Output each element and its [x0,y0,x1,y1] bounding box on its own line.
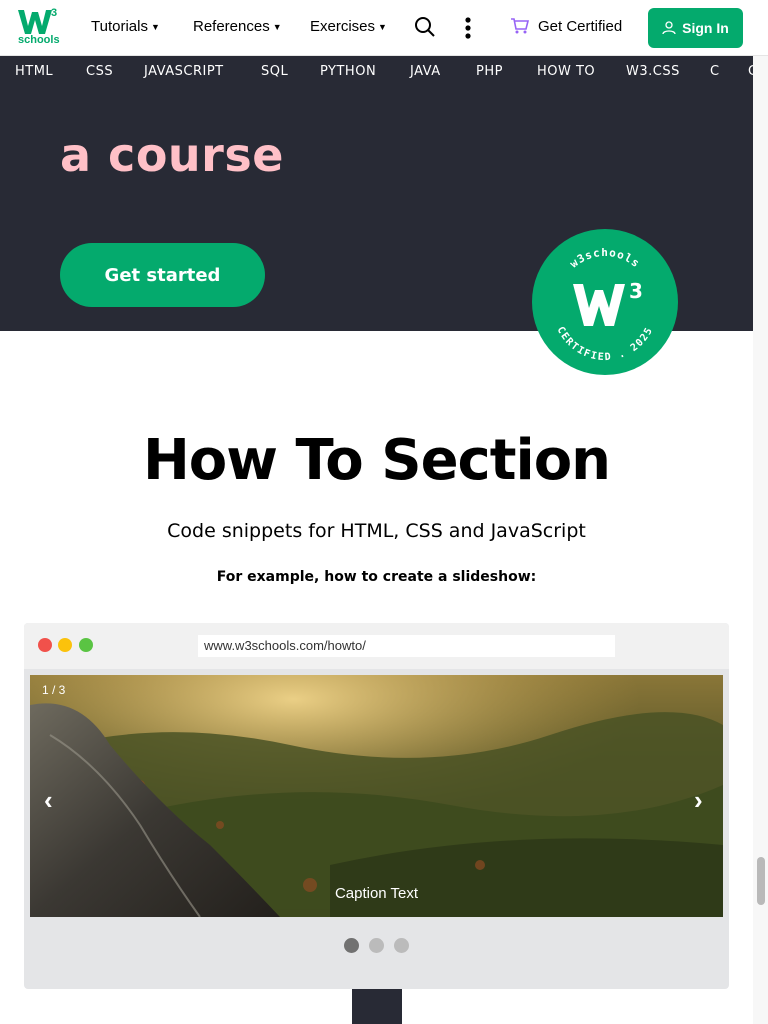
next-slide-button[interactable]: › [694,785,703,816]
get-certified-link[interactable]: Get Certified [510,17,622,35]
subnav-php[interactable]: PHP [476,64,503,79]
slideshow-slide: 1 / 3 Caption Text ‹ › [30,675,723,917]
slide-dot-2[interactable] [369,938,384,953]
browser-toolbar: www.w3schools.com/howto/ [24,623,729,669]
nav-exercises[interactable]: Exercises ▼ [310,18,387,35]
code-block-preview [352,989,402,1024]
hero-title: a course [60,128,284,182]
maximize-dot-icon [79,638,93,652]
caret-down-icon: ▼ [150,22,160,32]
subnav-javascript[interactable]: JAVASCRIPT [144,64,224,79]
subnav-java[interactable]: JAVA [410,64,441,79]
landscape-image [30,675,723,917]
browser-mockup: www.w3schools.com/howto/ 1 / 3 Caption T… [24,623,729,989]
certified-badge: w3schools CERTIFIED . 2025 3 [532,229,678,375]
subnav-howto[interactable]: HOW TO [537,64,595,79]
subnav-python[interactable]: PYTHON [320,64,376,79]
sign-in-label: Sign In [682,20,729,36]
subnav-c[interactable]: C [710,64,720,79]
subnav-sql[interactable]: SQL [261,64,288,79]
caret-down-icon: ▼ [272,22,282,32]
slide-dot-3[interactable] [394,938,409,953]
nav-tutorials-label: Tutorials [91,18,148,35]
howto-title: How To Section [142,428,611,493]
howto-subtitle: Code snippets for HTML, CSS and JavaScri… [167,520,586,542]
minimize-dot-icon [58,638,72,652]
nav-exercises-label: Exercises [310,18,376,35]
sign-in-button[interactable]: Sign In [648,8,743,48]
search-icon[interactable] [414,16,438,40]
close-dot-icon [38,638,52,652]
slide-counter: 1 / 3 [42,683,66,697]
url-bar: www.w3schools.com/howto/ [198,635,615,657]
subnav-css[interactable]: CSS [86,64,113,79]
user-icon [662,21,676,35]
get-started-button[interactable]: Get started [60,243,265,307]
howto-example-text: For example, how to create a slideshow: [216,569,537,585]
nav-references[interactable]: References ▼ [193,18,282,35]
vertical-dots-icon[interactable] [458,16,482,40]
subnav-html[interactable]: HTML [15,64,53,79]
caret-down-icon: ▼ [378,22,387,32]
nav-tutorials[interactable]: Tutorials ▼ [91,18,160,35]
subnav-w3css[interactable]: W3.CSS [626,64,680,79]
prev-slide-button[interactable]: ‹ [44,785,53,816]
scrollbar-thumb[interactable] [757,857,765,905]
slide-dot-1[interactable] [344,938,359,953]
nav-references-label: References [193,18,270,35]
logo-text: schools [18,34,60,46]
subnav-overflow[interactable]: C [748,64,753,79]
svg-text:3: 3 [51,7,57,19]
slide-caption: Caption Text [334,885,419,902]
get-certified-label: Get Certified [538,17,623,35]
top-navigation-bar: 3 schools Tutorials ▼ References ▼ Exerc… [0,0,768,56]
badge-sup: 3 [629,279,643,303]
language-nav: HTML CSS JAVASCRIPT SQL PYTHON JAVA PHP … [0,56,753,88]
cart-icon [511,18,530,34]
